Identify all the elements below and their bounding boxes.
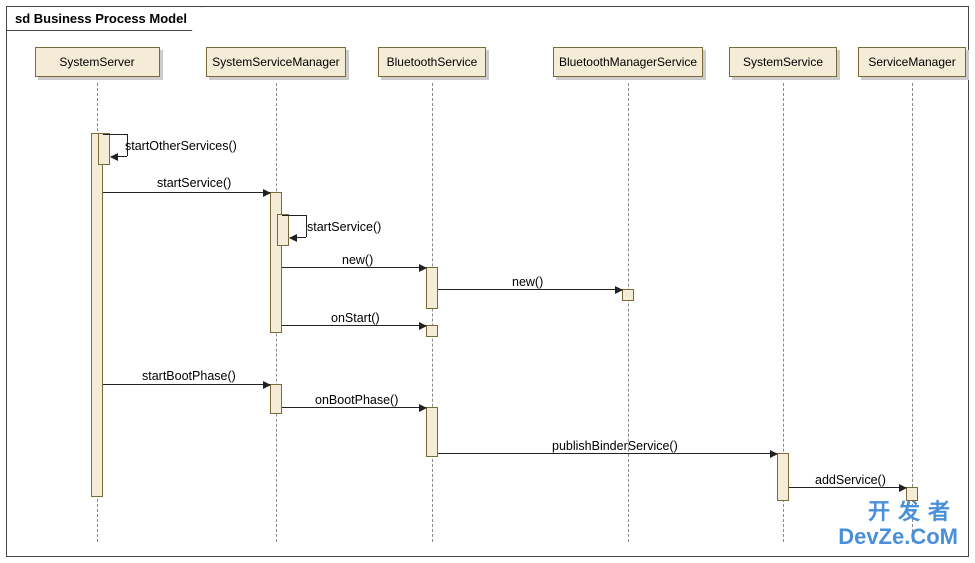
lifeline-SystemServer: SystemServer bbox=[35, 47, 160, 77]
activation-SystemServer bbox=[91, 133, 103, 497]
lifeline-ServiceManager: ServiceManager bbox=[858, 47, 966, 77]
message-label: publishBinderService() bbox=[552, 439, 678, 453]
message-label: onBootPhase() bbox=[315, 393, 398, 407]
message-label: onStart() bbox=[331, 311, 380, 325]
activation-BluetoothService bbox=[426, 267, 438, 309]
activation-ServiceManager bbox=[906, 487, 918, 501]
message-arrow bbox=[103, 192, 270, 193]
message-arrow bbox=[282, 407, 426, 408]
lifeline-BluetoothService: BluetoothService bbox=[378, 47, 486, 77]
activation-SystemService bbox=[777, 453, 789, 501]
message-label: startService() bbox=[157, 176, 231, 190]
message-label: addService() bbox=[815, 473, 886, 487]
message-arrow bbox=[282, 267, 426, 268]
lifeline-SystemService: SystemService bbox=[729, 47, 837, 77]
activation-BluetoothService bbox=[426, 325, 438, 337]
activation-SystemServer bbox=[98, 133, 110, 165]
activation-SystemServiceManager bbox=[270, 384, 282, 414]
activation-BluetoothService bbox=[426, 407, 438, 457]
lifeline-SystemServiceManager: SystemServiceManager bbox=[206, 47, 346, 77]
message-arrow bbox=[438, 289, 622, 290]
message-label: startBootPhase() bbox=[142, 369, 236, 383]
message-arrow bbox=[282, 325, 426, 326]
activation-BluetoothManagerService bbox=[622, 289, 634, 301]
diagram-frame: sd Business Process Model SystemServerSy… bbox=[6, 6, 969, 557]
lifeline-BluetoothManagerService: BluetoothManagerService bbox=[553, 47, 703, 77]
message-arrow bbox=[438, 453, 777, 454]
message-label: new() bbox=[342, 253, 373, 267]
activation-SystemServiceManager bbox=[277, 214, 289, 246]
lifeline-line-BluetoothManagerService bbox=[628, 83, 629, 542]
diagram-canvas: SystemServer SystemServiceManager Bluetoot… bbox=[7, 7, 968, 556]
message-label: new() bbox=[512, 275, 543, 289]
message-label: startOtherServices() bbox=[125, 139, 237, 153]
message-arrow bbox=[103, 384, 270, 385]
message-arrow bbox=[789, 487, 906, 488]
message-label: startService() bbox=[307, 220, 381, 234]
lifeline-line-ServiceManager bbox=[912, 83, 913, 542]
lifeline-line-BluetoothService bbox=[432, 83, 433, 542]
watermark-text-2: DevZe.CoM bbox=[838, 524, 958, 550]
